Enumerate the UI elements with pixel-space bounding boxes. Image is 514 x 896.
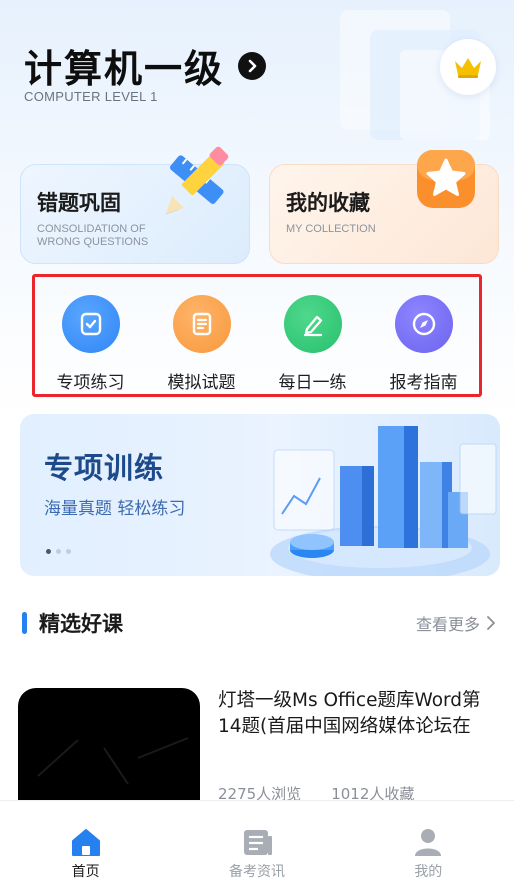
quick-label: 专项练习	[56, 373, 125, 393]
tab-label: 我的	[414, 864, 443, 880]
banner-dot-active	[46, 549, 51, 554]
app-title: 计算机一级	[24, 47, 225, 91]
banner-dot	[66, 549, 71, 554]
user-icon	[415, 829, 442, 856]
document-icon	[192, 312, 211, 336]
tab-label: 首页	[71, 864, 100, 880]
quick-label: 模拟试题	[167, 373, 236, 393]
banner-subtitle: 海量真题 轻松练习	[44, 499, 186, 519]
section-title: 精选好课	[39, 612, 123, 636]
quick-entry-box: 专项练习 模拟试题 每日一练 报考指南	[32, 274, 482, 397]
banner-dot	[56, 549, 61, 554]
special-training-banner[interactable]: 专项训练 海量真题 轻松练习	[20, 414, 500, 576]
quick-label: 报考指南	[389, 373, 458, 393]
data-chart-illustration	[270, 426, 497, 576]
quick-mock-exam[interactable]: 模拟试题	[152, 295, 252, 393]
view-more-label: 查看更多	[415, 615, 480, 634]
banner-title: 专项训练	[44, 451, 165, 485]
vip-button[interactable]	[440, 39, 496, 95]
featured-courses-header: 精选好课 查看更多	[22, 607, 502, 639]
course-thumbnail	[18, 688, 200, 808]
chevron-right-icon[interactable]	[238, 51, 267, 80]
pencil-ruler-icon	[166, 146, 229, 214]
view-more-link[interactable]: 查看更多	[416, 611, 496, 635]
quick-label: 每日一练	[278, 373, 347, 393]
crown-icon	[455, 58, 481, 78]
home-icon	[71, 829, 100, 856]
quick-exam-guide[interactable]: 报考指南	[374, 295, 474, 393]
course-title: 灯塔一级Ms Office题库Word第14题(首届中国网络媒体论坛在	[218, 690, 481, 737]
bottom-tab-bar: 首页 备考资讯 我的	[0, 800, 514, 896]
star-icon	[417, 150, 475, 208]
tab-profile[interactable]: 我的	[368, 827, 488, 896]
section-accent-bar	[22, 612, 27, 634]
app-subtitle: COMPUTER LEVEL 1	[24, 89, 158, 104]
pen-icon	[303, 315, 322, 337]
app-title-row[interactable]: 计算机一级	[24, 38, 267, 93]
tab-label: 备考资讯	[228, 864, 285, 880]
card-subtitle: MY COLLECTION	[286, 223, 376, 235]
compass-icon	[412, 312, 435, 336]
tab-home[interactable]: 首页	[26, 827, 146, 896]
course-item[interactable]: 灯塔一级Ms Office题库Word第14题(首届中国网络媒体论坛在 2275…	[18, 688, 508, 808]
banner-pagination	[46, 549, 71, 554]
quick-special-practice[interactable]: 专项练习	[41, 295, 141, 393]
card-subtitle: CONSOLIDATION OF WRONG QUESTIONS	[37, 223, 149, 248]
quick-daily-practice[interactable]: 每日一练	[263, 295, 363, 393]
chevron-right-icon	[487, 616, 495, 630]
tab-exam-news[interactable]: 备考资讯	[197, 827, 317, 896]
news-icon	[243, 830, 272, 855]
checklist-icon	[80, 312, 101, 336]
